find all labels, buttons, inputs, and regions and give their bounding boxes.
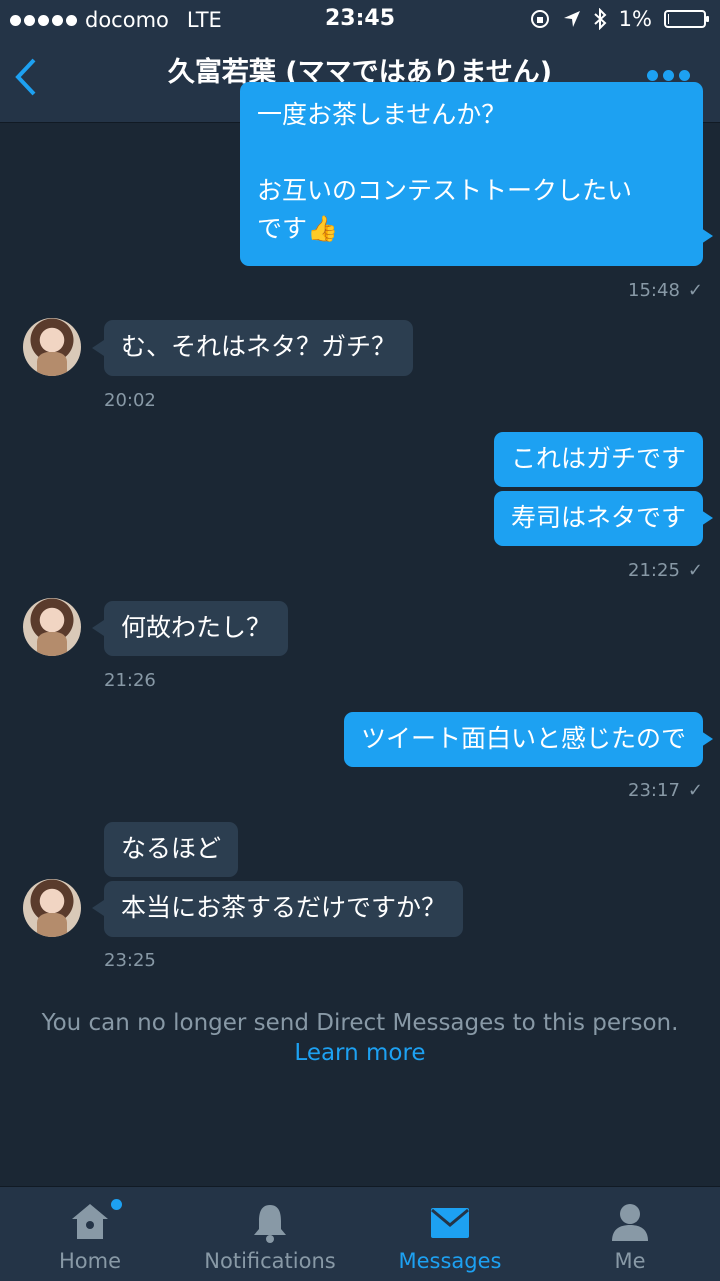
read-check-icon: ✓ [687,560,703,581]
notice-text: You can no longer send Direct Messages t… [41,1010,679,1036]
message-text-line: お互いのコンテストトークしたい [257,176,633,205]
avatar[interactable] [23,318,81,376]
message-timestamp: 21:25 ✓ [628,560,703,581]
learn-more-link[interactable]: Learn more [0,1040,720,1066]
message-timestamp: 23:17 ✓ [628,780,703,801]
tab-bar: Home Notifications Messages Me [0,1186,720,1281]
message-bubble-outgoing[interactable]: ツイート面白いと感じたので [343,712,703,767]
tab-notifications[interactable]: Notifications [180,1187,360,1281]
tab-home[interactable]: Home [0,1187,180,1281]
message-text-line: です👍 [257,214,339,243]
message-bubble-incoming[interactable]: なるほど [104,822,239,877]
tab-label: Home [58,1249,121,1273]
message-bubble-incoming[interactable]: 本当にお茶するだけですか？ [104,881,464,937]
orientation-lock-icon [530,10,549,28]
read-check-icon: ✓ [687,280,703,301]
battery-icon [664,10,709,28]
avatar[interactable] [23,598,81,656]
message-bubble-outgoing[interactable]: これはガチです [493,432,703,487]
tab-label: Me [614,1249,646,1273]
envelope-icon [431,1208,469,1238]
message-bubble-incoming[interactable]: む、それはネタ？ガチ？ [104,320,414,376]
status-bar: docomo LTE 23:45 1% [0,0,720,40]
message-text-line: 一度お茶しませんか？ [257,100,507,129]
tab-messages[interactable]: Messages [360,1187,540,1281]
new-activity-badge [111,1199,122,1210]
tab-label: Notifications [204,1249,336,1273]
bluetooth-icon [594,8,607,30]
message-bubble-incoming[interactable]: 何故わたし？ [104,601,289,656]
more-options-button[interactable] [647,70,690,81]
home-icon [72,1204,108,1239]
battery-percent: 1% [618,7,652,31]
tab-me[interactable]: Me [540,1187,720,1281]
message-timestamp: 15:48 ✓ [628,280,703,301]
person-icon [612,1204,648,1241]
message-timestamp: 20:02 [104,390,156,411]
message-timestamp: 23:25 [104,950,156,971]
dm-disabled-notice: You can no longer send Direct Messages t… [0,1010,720,1066]
read-check-icon: ✓ [687,780,703,801]
message-timestamp: 21:26 [104,670,156,691]
avatar[interactable] [23,879,81,937]
tab-label: Messages [398,1249,502,1273]
message-bubble-outgoing[interactable]: 寿司はネタです [493,491,703,546]
bell-icon [254,1205,286,1243]
location-arrow-icon [563,11,580,27]
message-bubble-outgoing[interactable]: 一度お茶しませんか？ お互いのコンテストトークしたい です👍 [240,82,703,266]
more-dots-icon [647,70,658,81]
